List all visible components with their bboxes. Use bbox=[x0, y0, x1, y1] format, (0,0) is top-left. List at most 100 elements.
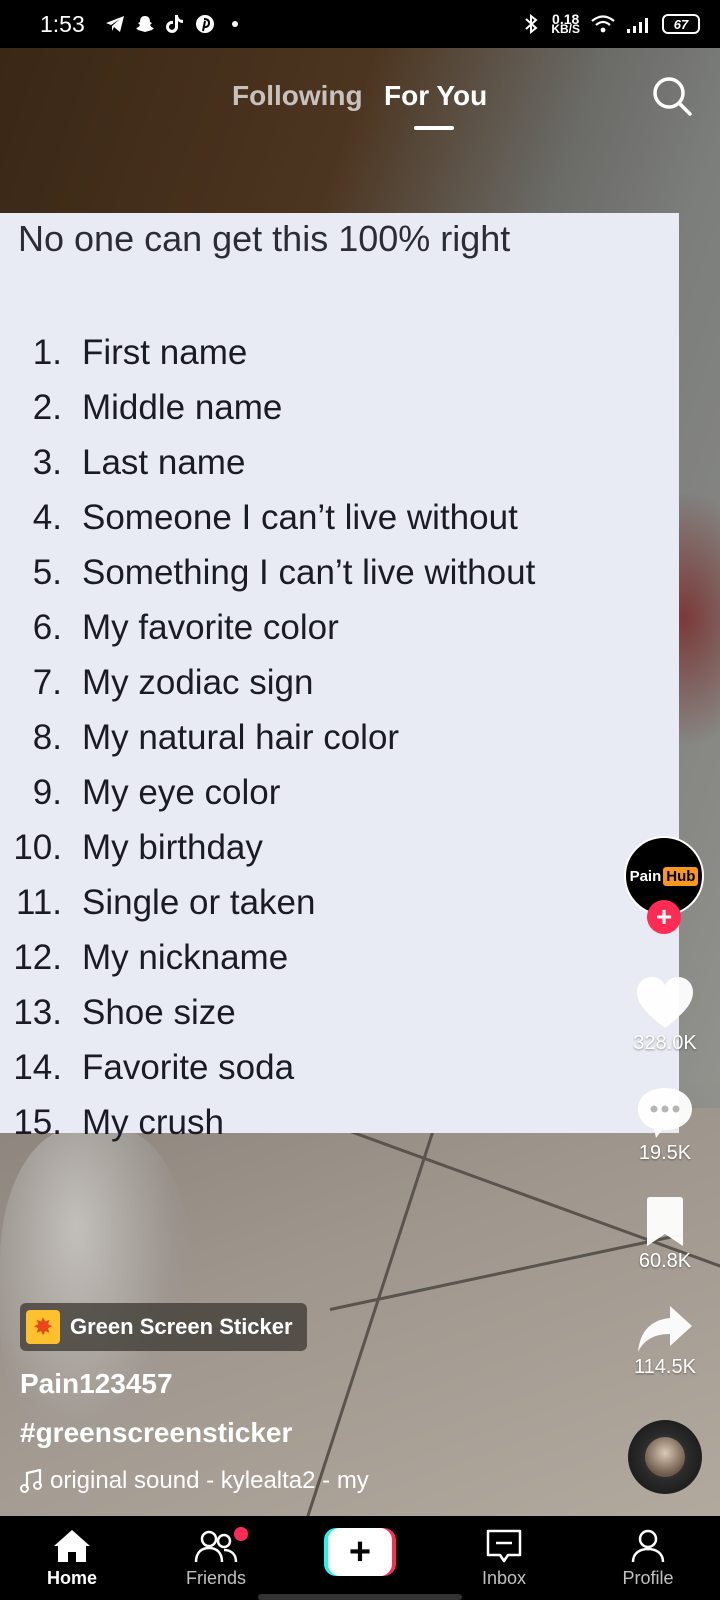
question-item: 2. Middle name bbox=[0, 380, 679, 435]
pinterest-icon bbox=[195, 14, 215, 34]
dot-icon bbox=[225, 14, 245, 34]
question-number: 9. bbox=[32, 772, 62, 812]
avatar-text-pain: Pain bbox=[629, 867, 662, 885]
green-screen-sticker-panel: No one can get this 100% right 1. First n… bbox=[0, 213, 679, 1142]
question-list: 1. First name 2. Middle name 3. Last name 4. So… bbox=[0, 325, 679, 1150]
question-text: My birthday bbox=[82, 827, 263, 867]
plus-icon: + bbox=[328, 1528, 392, 1576]
sticker-title: No one can get this 100% right bbox=[18, 218, 511, 259]
question-text: My eye color bbox=[82, 772, 281, 812]
nav-profile[interactable]: Profile bbox=[598, 1528, 698, 1589]
nav-home[interactable]: Home bbox=[22, 1528, 122, 1589]
music-disc-cover bbox=[645, 1437, 685, 1477]
home-icon bbox=[54, 1530, 90, 1562]
question-item: 4. Someone I can’t live without bbox=[0, 490, 679, 545]
question-text: My favorite color bbox=[82, 607, 339, 647]
create-button[interactable]: + bbox=[324, 1528, 396, 1576]
question-item: 9. My eye color bbox=[0, 765, 679, 820]
post-caption-hashtag[interactable]: #greenscreensticker bbox=[20, 1417, 292, 1449]
wifi-icon bbox=[590, 14, 616, 34]
question-item: 13. Shoe size bbox=[0, 985, 679, 1040]
question-number: 14. bbox=[13, 1047, 62, 1087]
comment-button[interactable]: 19.5K bbox=[620, 1086, 710, 1165]
question-text: My nickname bbox=[82, 937, 289, 977]
search-button[interactable] bbox=[650, 74, 694, 118]
question-text: Favorite soda bbox=[82, 1047, 295, 1087]
question-text: Middle name bbox=[82, 387, 283, 427]
post-username[interactable]: Pain123457 bbox=[20, 1368, 173, 1400]
question-text: My crush bbox=[82, 1102, 224, 1142]
music-disc[interactable] bbox=[628, 1420, 702, 1494]
question-item: 15. My crush bbox=[0, 1095, 679, 1150]
tab-for-you[interactable]: For You bbox=[384, 80, 487, 112]
comment-count: 19.5K bbox=[638, 1142, 692, 1164]
network-speed: 0.18 KB/S bbox=[551, 12, 580, 36]
share-icon bbox=[638, 1306, 692, 1352]
question-text: Someone I can’t live without bbox=[82, 497, 518, 537]
question-text: First name bbox=[82, 332, 248, 372]
question-number: 6. bbox=[32, 607, 62, 647]
share-count: 114.5K bbox=[634, 1356, 696, 1378]
bottom-nav: Home Friends + Inbox Profile bbox=[0, 1516, 720, 1600]
question-item: 6. My favorite color bbox=[0, 600, 679, 655]
question-number: 13. bbox=[13, 992, 62, 1032]
follow-button[interactable]: + bbox=[647, 900, 681, 934]
network-speed-unit: KB/S bbox=[551, 22, 580, 36]
question-number: 1. bbox=[32, 332, 62, 372]
question-number: 8. bbox=[32, 717, 62, 757]
sparkle-icon: ✸ bbox=[26, 1310, 60, 1344]
share-button[interactable]: 114.5K bbox=[620, 1304, 710, 1379]
comment-icon bbox=[638, 1088, 692, 1138]
music-note-icon bbox=[20, 1469, 42, 1493]
status-right: 0.18 KB/S 67 bbox=[521, 12, 700, 36]
nav-friends-label: Friends bbox=[185, 1568, 247, 1588]
question-item: 5. Something I can’t live without bbox=[0, 545, 679, 600]
friends-notification-dot bbox=[234, 1527, 248, 1541]
like-count: 328.0K bbox=[633, 1032, 697, 1054]
sound-link[interactable]: original sound - kylealta2 - my bbox=[20, 1467, 369, 1495]
question-item: 12. My nickname bbox=[0, 930, 679, 985]
telegram-icon bbox=[105, 14, 125, 34]
question-number: 3. bbox=[32, 442, 62, 482]
nav-inbox[interactable]: Inbox bbox=[454, 1528, 554, 1589]
nav-inbox-label: Inbox bbox=[481, 1568, 527, 1588]
question-item: 3. Last name bbox=[0, 435, 679, 490]
question-number: 12. bbox=[13, 937, 62, 977]
question-text: My zodiac sign bbox=[82, 662, 314, 702]
sound-label: original sound - kylealta2 - my bbox=[50, 1467, 369, 1494]
bookmark-icon bbox=[647, 1197, 683, 1246]
top-feed-nav: Following For You bbox=[0, 60, 720, 140]
nav-friends[interactable]: Friends bbox=[166, 1528, 266, 1589]
profile-icon bbox=[631, 1529, 665, 1563]
like-button[interactable]: 328.0K bbox=[620, 976, 710, 1055]
question-item: 8. My natural hair color bbox=[0, 710, 679, 765]
question-item: 10. My birthday bbox=[0, 820, 679, 875]
question-text: Last name bbox=[82, 442, 246, 482]
question-item: 1. First name bbox=[0, 325, 679, 380]
question-item: 11. Single or taken bbox=[0, 875, 679, 930]
question-text: Single or taken bbox=[82, 882, 316, 922]
bookmark-button[interactable]: 60.8K bbox=[620, 1196, 710, 1273]
plus-icon: + bbox=[655, 901, 673, 932]
question-text: Shoe size bbox=[82, 992, 236, 1032]
question-text: My natural hair color bbox=[82, 717, 400, 757]
bluetooth-icon bbox=[521, 14, 541, 34]
question-number: 15. bbox=[13, 1102, 62, 1142]
friends-icon bbox=[194, 1530, 238, 1563]
bookmark-count: 60.8K bbox=[638, 1250, 692, 1272]
inbox-icon bbox=[486, 1529, 522, 1563]
avatar-text-hub: Hub bbox=[663, 866, 699, 886]
tiktok-icon bbox=[165, 14, 185, 34]
signal-icon bbox=[626, 14, 652, 34]
question-number: 7. bbox=[32, 662, 62, 702]
tab-following[interactable]: Following bbox=[232, 80, 363, 112]
floor-grout-line bbox=[302, 1109, 442, 1516]
active-tab-indicator bbox=[414, 126, 454, 130]
question-number: 2. bbox=[32, 387, 62, 427]
effect-chip[interactable]: ✸ Green Screen Sticker bbox=[20, 1303, 307, 1351]
question-number: 4. bbox=[32, 497, 62, 537]
question-number: 11. bbox=[15, 882, 62, 922]
search-icon bbox=[653, 77, 692, 116]
status-time: 1:53 bbox=[40, 10, 85, 37]
battery-indicator: 67 bbox=[662, 14, 700, 34]
